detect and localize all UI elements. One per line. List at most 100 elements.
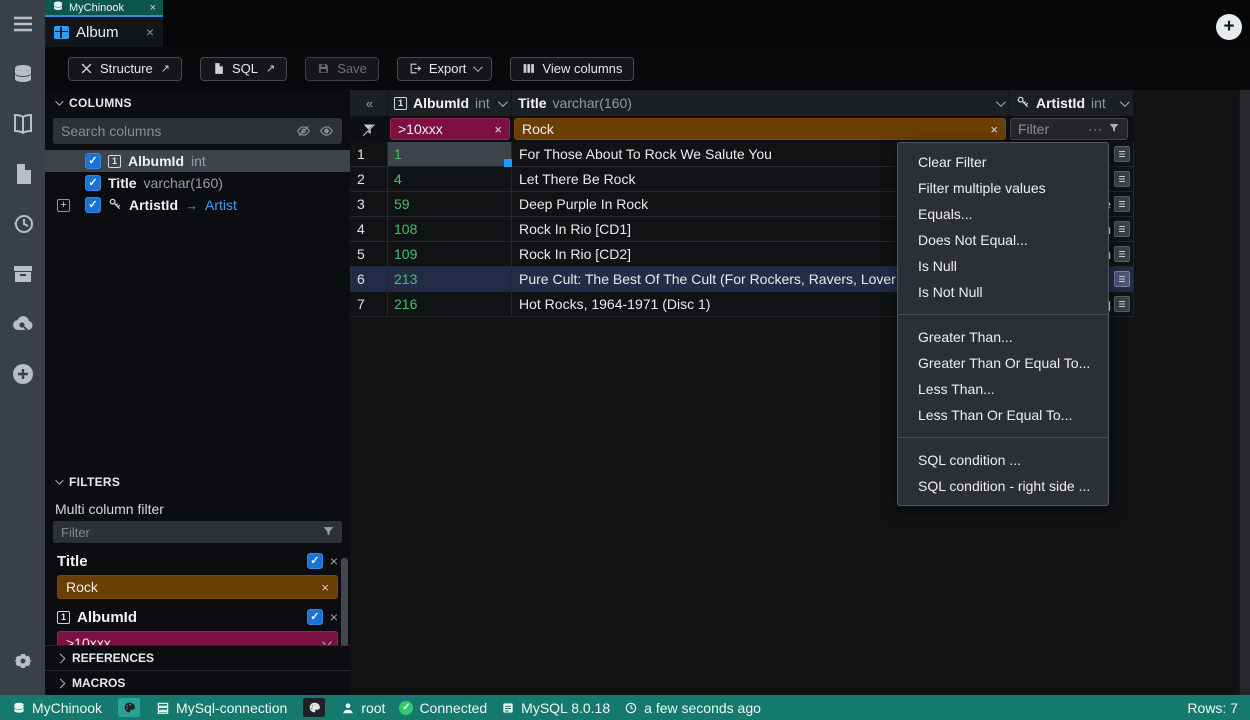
statusbar-user[interactable]: root: [341, 700, 385, 716]
statusbar-refresh-time[interactable]: a few seconds ago: [624, 700, 761, 716]
menu-item-filter-multiple-values[interactable]: Filter multiple values: [898, 175, 1108, 201]
tab-album[interactable]: Album ×: [45, 17, 163, 47]
statusbar-version[interactable]: MySQL 8.0.18: [501, 700, 610, 716]
eye-off-icon[interactable]: [296, 124, 311, 143]
add-circle-icon[interactable]: [11, 362, 35, 386]
cell-albumid[interactable]: 216: [388, 292, 512, 317]
chevron-down-icon[interactable]: [996, 97, 1006, 107]
menu-item-sql-condition-right-side[interactable]: SQL condition - right side ...: [898, 473, 1108, 499]
cloud-search-icon[interactable]: [11, 312, 35, 336]
menu-item-greater-than[interactable]: Greater Than...: [898, 324, 1108, 350]
export-button[interactable]: Export: [397, 57, 493, 81]
menu-item-less-than[interactable]: Less Than...: [898, 376, 1108, 402]
close-icon[interactable]: ×: [146, 24, 154, 40]
collapse-columns-button[interactable]: «: [350, 90, 388, 116]
cell-albumid[interactable]: 213: [388, 267, 512, 292]
clear-value-icon[interactable]: ×: [990, 122, 998, 137]
statusbar-status[interactable]: ✓ Connected: [399, 700, 487, 716]
title-filter-input[interactable]: Rock ×: [514, 118, 1006, 140]
open-reference-icon[interactable]: [1114, 271, 1130, 287]
filter-column-name: Title: [57, 553, 88, 570]
open-reference-icon[interactable]: [1114, 246, 1130, 262]
database-icon: [12, 701, 26, 715]
cell-albumid[interactable]: 109: [388, 242, 512, 267]
open-reference-icon[interactable]: [1114, 171, 1130, 187]
chevron-down-icon[interactable]: [498, 97, 508, 107]
clear-all-filters-icon[interactable]: [350, 122, 388, 137]
selection-handle[interactable]: [504, 159, 512, 167]
clear-value-icon[interactable]: ×: [494, 122, 502, 137]
filter-albumid-input[interactable]: >10xxx: [57, 631, 338, 645]
checkbox-checked[interactable]: ✓: [85, 197, 101, 213]
menu-item-does-not-equal[interactable]: Does Not Equal...: [898, 227, 1108, 253]
checkbox-checked[interactable]: ✓: [307, 609, 323, 625]
chevron-down-icon[interactable]: [1120, 97, 1130, 107]
user-icon: [341, 701, 355, 715]
new-connection-button[interactable]: +: [1216, 14, 1242, 40]
remove-filter-icon[interactable]: ×: [330, 609, 338, 625]
save-button[interactable]: Save: [305, 57, 379, 81]
open-reference-icon[interactable]: [1114, 196, 1130, 212]
eye-icon[interactable]: [319, 124, 334, 143]
cell-albumid[interactable]: 108: [388, 217, 512, 242]
grid-header-albumid[interactable]: 1 AlbumId int: [388, 90, 512, 116]
references-section-header[interactable]: REFERENCES: [45, 645, 350, 670]
top-bar: MyChinook × Album × + Structure ↗ SQL: [45, 0, 1250, 90]
cell-albumid[interactable]: 4: [388, 167, 512, 192]
cell-albumid[interactable]: 59: [388, 192, 512, 217]
open-reference-icon[interactable]: [1114, 221, 1130, 237]
more-icon[interactable]: ···: [1088, 122, 1103, 136]
archive-icon[interactable]: [11, 262, 35, 286]
menu-item-is-null[interactable]: Is Null: [898, 253, 1108, 279]
grid-vertical-scrollbar[interactable]: [1239, 90, 1250, 695]
grid-header-title[interactable]: Title varchar(160): [512, 90, 1010, 116]
menu-item-less-than-or-equal[interactable]: Less Than Or Equal To...: [898, 402, 1108, 428]
file-icon[interactable]: [11, 162, 35, 186]
column-item-title[interactable]: ✓ Title varchar(160): [45, 172, 350, 194]
database-icon[interactable]: [11, 62, 35, 86]
clear-value-icon[interactable]: ×: [321, 580, 329, 595]
book-icon[interactable]: [11, 112, 35, 136]
sql-button[interactable]: SQL ↗: [200, 57, 287, 81]
database-color-swatch-button[interactable]: [118, 698, 140, 717]
filter-title-input[interactable]: Rock ×: [57, 575, 338, 599]
cell-albumid-selected[interactable]: 1: [388, 142, 512, 167]
tab-database-mychinook[interactable]: MyChinook ×: [45, 0, 163, 17]
grid-header-row: « 1 AlbumId int Title varchar(160) Artis…: [350, 90, 1134, 116]
statusbar-database[interactable]: MyChinook: [12, 700, 102, 716]
referenced-table-link[interactable]: Artist: [205, 197, 237, 213]
history-icon[interactable]: [11, 212, 35, 236]
structure-button[interactable]: Structure ↗: [68, 57, 182, 81]
menu-item-clear-filter[interactable]: Clear Filter: [898, 149, 1108, 175]
chevron-down-icon: [473, 62, 483, 72]
statusbar-connection[interactable]: MySql-connection: [156, 700, 287, 716]
macros-section-header[interactable]: MACROS: [45, 670, 350, 695]
view-columns-button[interactable]: View columns: [510, 57, 634, 81]
checkbox-checked[interactable]: ✓: [85, 153, 101, 169]
checkbox-checked[interactable]: ✓: [85, 175, 101, 191]
menu-item-is-not-null[interactable]: Is Not Null: [898, 279, 1108, 305]
menu-item-greater-than-or-equal[interactable]: Greater Than Or Equal To...: [898, 350, 1108, 376]
settings-gear-icon[interactable]: [11, 649, 35, 673]
open-reference-icon[interactable]: [1114, 296, 1130, 312]
connection-color-swatch-button[interactable]: [303, 698, 325, 717]
menu-item-sql-condition[interactable]: SQL condition ...: [898, 447, 1108, 473]
open-reference-icon[interactable]: [1114, 146, 1130, 162]
expand-plus-icon[interactable]: +: [57, 199, 70, 212]
checkbox-checked[interactable]: ✓: [307, 553, 323, 569]
column-item-artistid[interactable]: + ✓ ArtistId → Artist: [45, 194, 350, 216]
sidebar-scrollbar-thumb[interactable]: [341, 558, 348, 646]
column-item-albumid[interactable]: ✓ 1 AlbumId int: [45, 150, 350, 172]
filters-section-header[interactable]: FILTERS: [45, 469, 350, 493]
menu-item-equals[interactable]: Equals...: [898, 201, 1108, 227]
columns-section-header[interactable]: COLUMNS: [45, 90, 350, 114]
multi-column-filter-input[interactable]: [53, 521, 342, 543]
grid-header-artistid[interactable]: ArtistId int: [1010, 90, 1134, 116]
close-icon[interactable]: ×: [150, 2, 156, 14]
menu-hamburger-icon[interactable]: [11, 12, 35, 36]
albumid-filter-input[interactable]: >10xxx ×: [390, 118, 510, 140]
remove-filter-icon[interactable]: ×: [330, 553, 338, 569]
filter-funnel-icon[interactable]: [1108, 121, 1120, 137]
primary-key-icon: 1: [394, 97, 407, 110]
artistid-filter-input[interactable]: Filter ···: [1010, 118, 1128, 140]
